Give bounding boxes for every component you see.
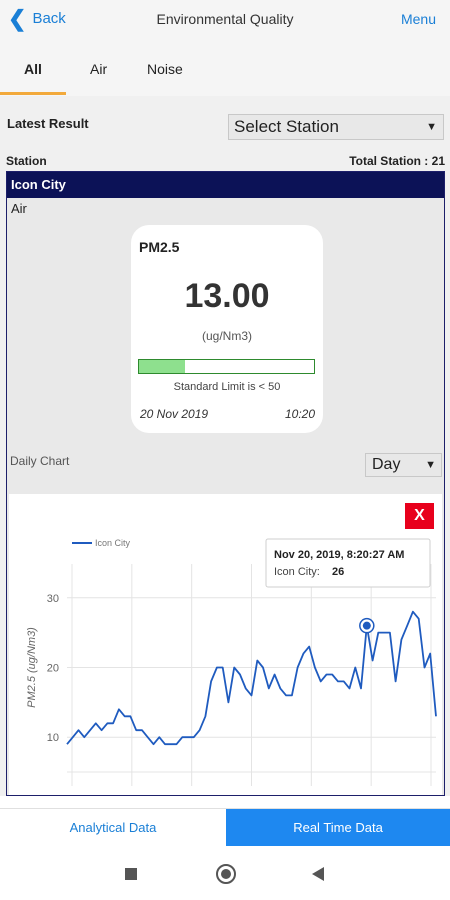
station-panel: Icon City Air PM2.5 13.00 (ug/Nm3) Stand… [6,171,445,796]
back-triangle-icon[interactable] [312,867,324,881]
period-select-value: Day [372,456,401,473]
total-station-count: Total Station : 21 [349,154,445,168]
recents-square-icon[interactable] [125,868,137,880]
top-bar: ❮ Back Environmental Quality Menu [0,0,450,40]
standard-limit-text: Standard Limit is < 50 [173,381,281,393]
legend-label: Icon City [95,538,131,548]
tooltip-date: Nov 20, 2019, 8:20:27 AM [274,549,404,561]
reading-value: 13.00 [184,277,270,315]
station-category: Air [11,201,27,216]
tab-air[interactable]: Air [90,61,107,77]
home-circle-icon[interactable] [216,864,236,884]
tooltip-box [265,538,431,588]
period-select[interactable]: Day ▼ [365,453,442,477]
station-select[interactable]: Select Station ▼ [228,114,444,140]
bottom-tab-bar: Analytical Data Real Time Data [0,808,450,846]
station-list-label: Station [6,154,47,168]
dropdown-arrow-icon: ▼ [426,121,437,133]
system-nav-bar [0,846,450,900]
category-tabs: All Air Noise [0,40,450,96]
station-select-value: Select Station [234,117,339,136]
active-tab-indicator [0,92,66,95]
pm25-line-chart: 10 20 30 PM2.5 (ug/Nm3) Icon City Nov 20, 201… [26,538,437,786]
station-name[interactable]: Icon City [7,172,444,198]
level-bar-fill [139,360,185,373]
y-tick-label: 30 [47,593,59,605]
reading-date: 20 Nov 2019 [140,407,209,421]
parameter-label: PM2.5 [139,239,180,255]
tab-real-time-data[interactable]: Real Time Data [226,809,450,846]
y-axis-label: PM2.5 (ug/Nm3) [26,627,38,708]
menu-button[interactable]: Menu [401,11,436,27]
page-title: Environmental Quality [156,11,294,27]
y-tick-label: 10 [47,732,59,744]
latest-result-label: Latest Result [7,116,89,131]
close-chart-button[interactable]: X [405,503,434,529]
reading-unit: (ug/Nm3) [201,329,252,343]
highlight-point [362,621,371,630]
chart-container: 10 20 30 PM2.5 (ug/Nm3) Icon City Nov 20, 201… [9,494,442,795]
tooltip-value: 26 [332,566,344,578]
y-tick-label: 20 [47,663,59,675]
level-bar [138,359,315,374]
dropdown-arrow-icon: ▼ [425,459,436,471]
tab-analytical-data[interactable]: Analytical Data [0,809,226,846]
tab-all[interactable]: All [24,61,42,77]
tooltip-series-label: Icon City: [274,566,320,578]
reading-card: PM2.5 13.00 (ug/Nm3) Standard Limit is <… [131,225,323,433]
daily-chart-label: Daily Chart [10,454,70,468]
reading-time: 10:20 [284,407,315,421]
tab-noise[interactable]: Noise [147,61,183,77]
